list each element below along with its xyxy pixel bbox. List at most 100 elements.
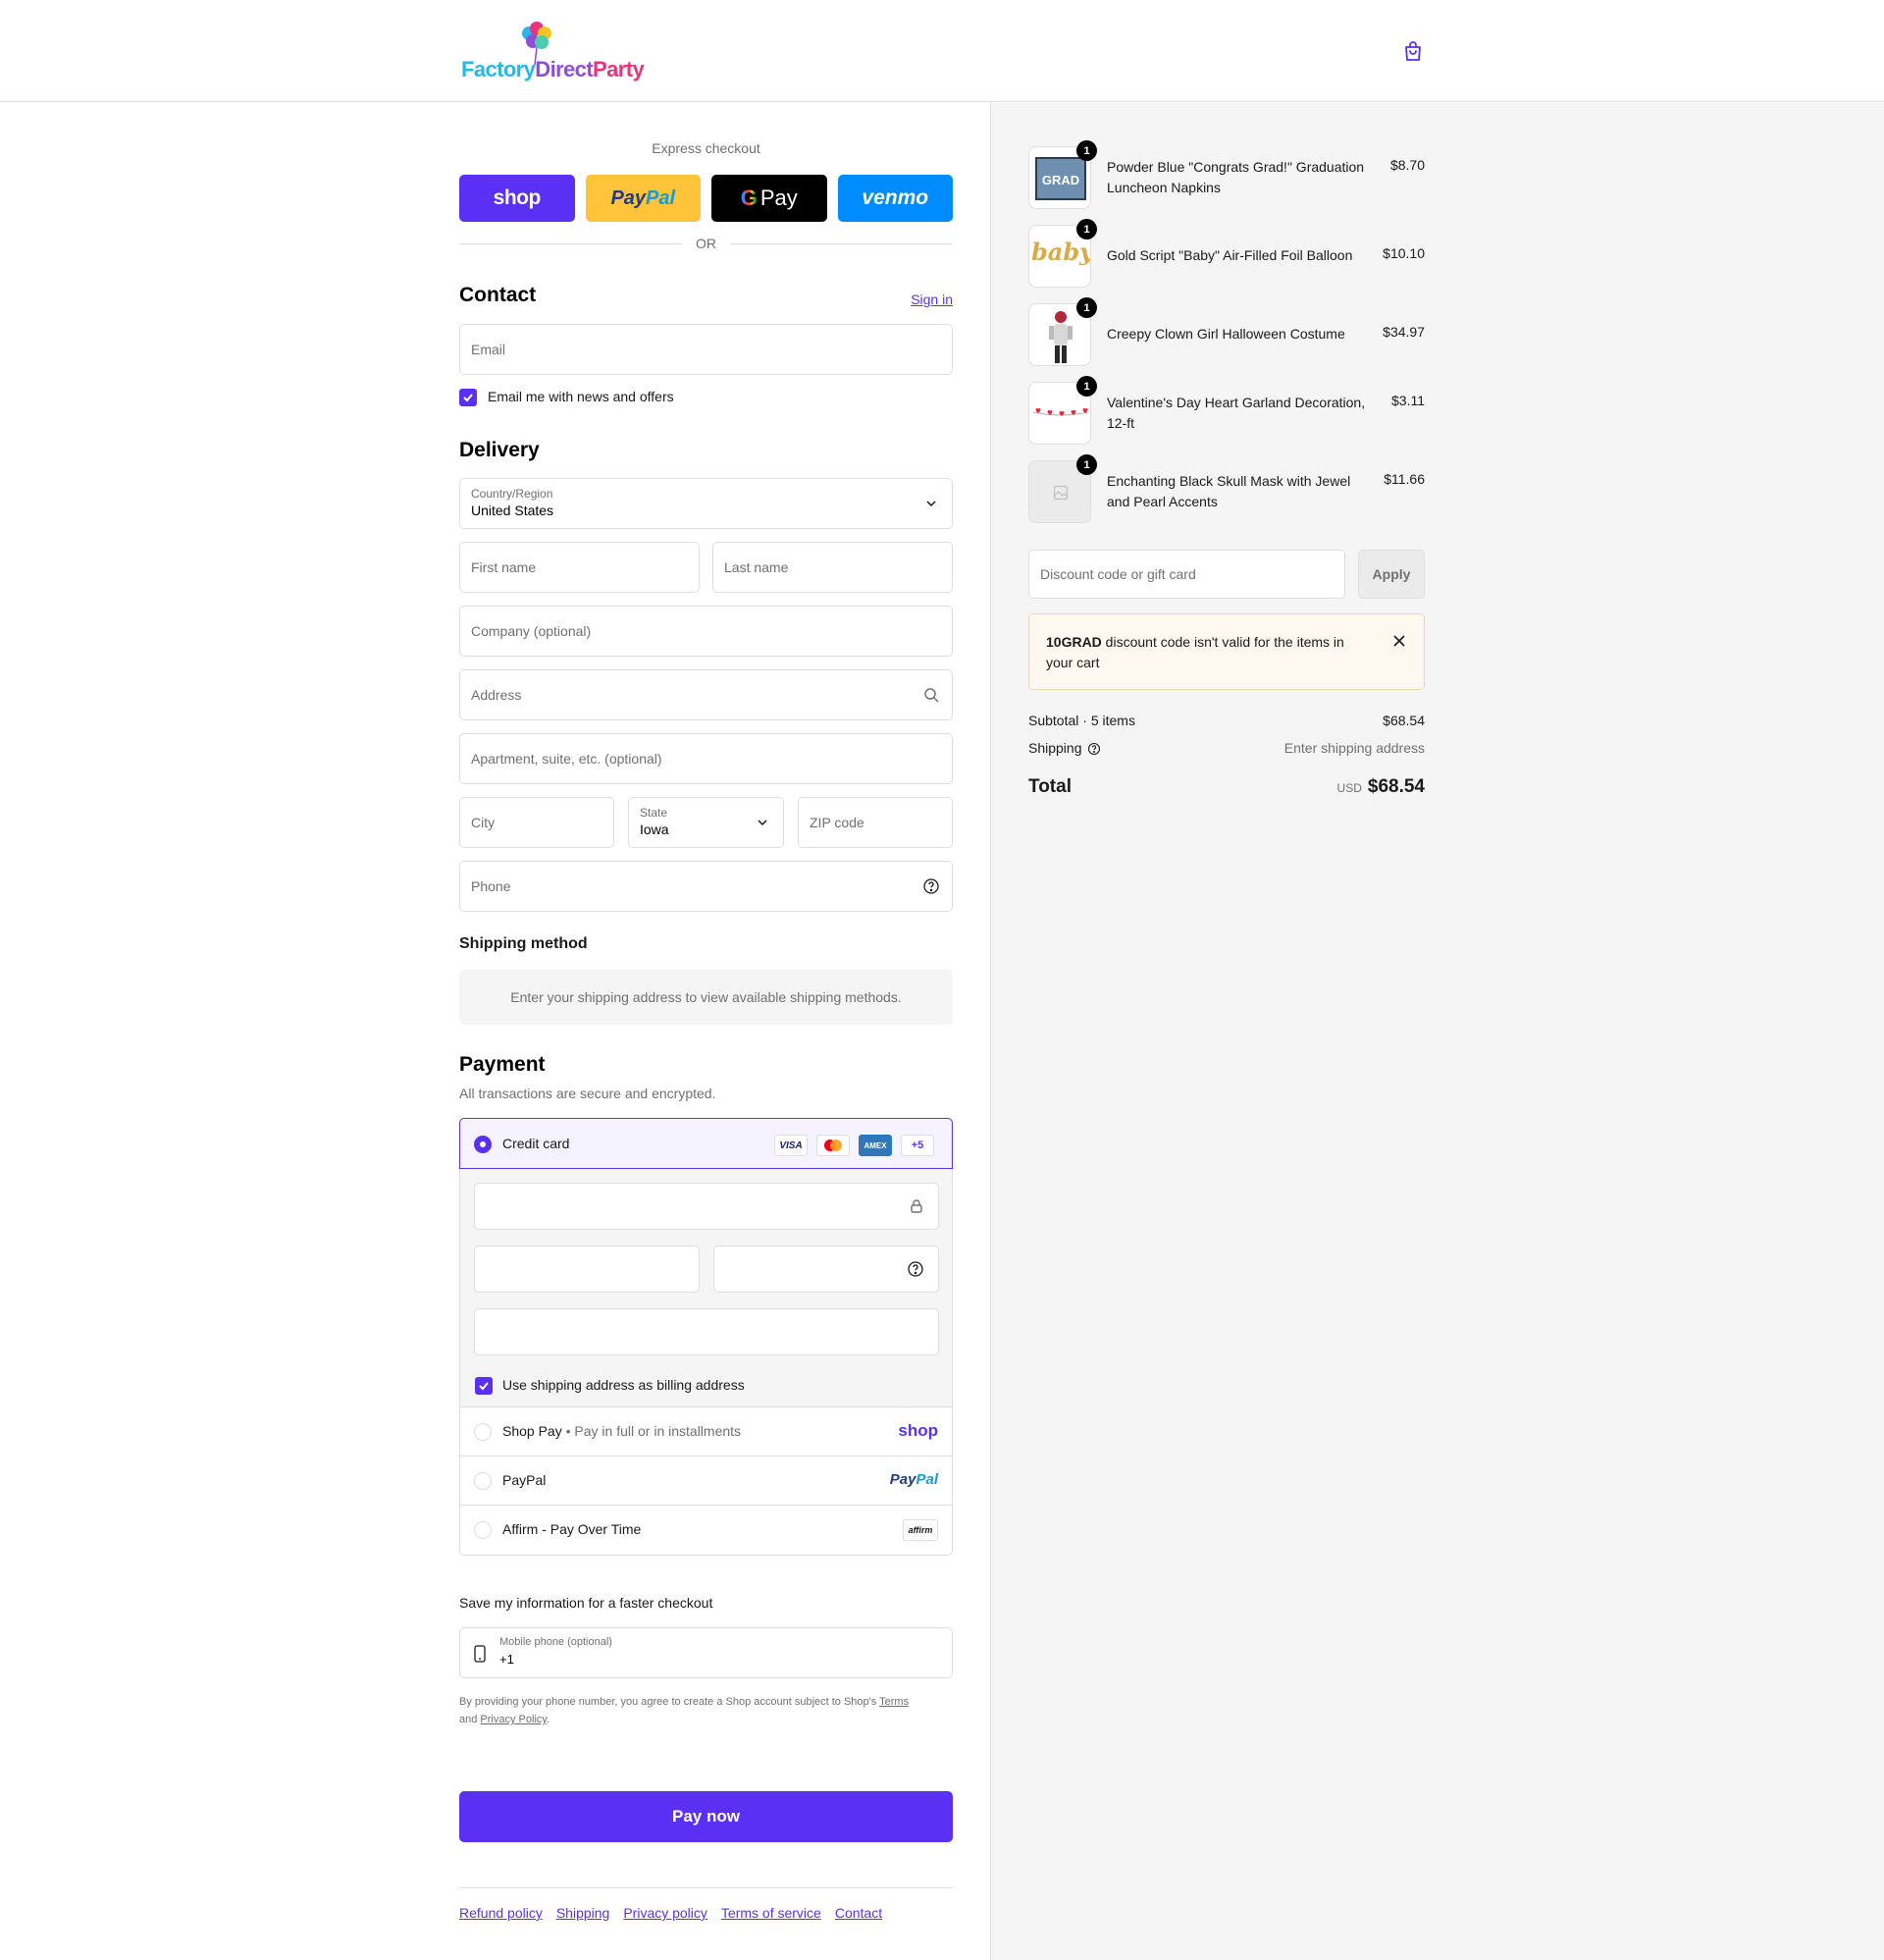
venmo-express-button[interactable]: venmo — [837, 175, 953, 222]
cart-item: 1 Valentine's Day Heart Garland Decorati… — [1028, 376, 1425, 445]
sign-in-link[interactable]: Sign in — [911, 291, 953, 307]
help-circle-icon[interactable] — [922, 877, 940, 895]
terms-of-service-link[interactable]: Terms of service — [721, 1905, 821, 1921]
first-name-field[interactable]: First name — [459, 542, 700, 593]
quantity-badge: 1 — [1076, 140, 1097, 161]
billing-address-checkbox[interactable] — [475, 1377, 493, 1395]
store-logo[interactable]: FactoryDirectParty — [459, 20, 655, 84]
affirm-option[interactable]: Affirm - Pay Over Time affirm — [460, 1505, 952, 1554]
contact-link[interactable]: Contact — [835, 1905, 882, 1921]
expiration-date-field[interactable] — [474, 1245, 700, 1293]
credit-card-fields: Use shipping address as billing address — [460, 1169, 952, 1406]
phone-field[interactable]: Phone — [459, 861, 953, 912]
email-field[interactable]: Email — [459, 324, 953, 375]
close-icon[interactable] — [1392, 634, 1406, 648]
shopping-bag-icon[interactable] — [1401, 39, 1425, 63]
quantity-badge: 1 — [1076, 219, 1097, 239]
company-field[interactable]: Company (optional) — [459, 606, 953, 657]
mobile-phone-field[interactable]: Mobile phone (optional) +1 — [459, 1627, 953, 1678]
security-code-field[interactable] — [713, 1245, 939, 1293]
search-icon — [924, 688, 939, 703]
terms-link[interactable]: Terms — [879, 1696, 909, 1708]
pay-now-button[interactable]: Pay now — [459, 1791, 953, 1842]
privacy-policy-footer-link[interactable]: Privacy policy — [623, 1905, 707, 1921]
shipping-label: Shipping — [1028, 740, 1082, 756]
shop-legal-text: By providing your phone number, you agre… — [459, 1696, 910, 1725]
paypal-radio[interactable] — [474, 1472, 492, 1490]
cart-item: 1 Creepy Clown Girl Halloween Costume $3… — [1028, 297, 1425, 366]
affirm-radio[interactable] — [474, 1521, 492, 1539]
apply-discount-button[interactable]: Apply — [1358, 550, 1425, 599]
apartment-field[interactable]: Apartment, suite, etc. (optional) — [459, 733, 953, 784]
zip-code-field[interactable]: ZIP code — [798, 797, 953, 848]
shop-pay-option[interactable]: Shop Pay • Pay in full or in installment… — [460, 1406, 952, 1456]
paypal-logo: PayPal — [889, 1471, 938, 1488]
discount-error-alert: 10GRAD discount code isn't valid for the… — [1028, 613, 1425, 690]
credit-card-option[interactable]: Credit card VISA AMEX +5 — [459, 1118, 953, 1169]
affirm-label: Affirm - Pay Over Time — [502, 1521, 642, 1537]
shop-pay-radio[interactable] — [474, 1423, 492, 1441]
news-offers-label: Email me with news and offers — [488, 389, 674, 404]
privacy-policy-link[interactable]: Privacy Policy — [480, 1714, 547, 1725]
logo-text: FactoryDirectParty — [461, 57, 645, 81]
shop-pay-express-button[interactable]: shop — [459, 175, 575, 222]
chevron-down-icon — [926, 501, 936, 507]
chevron-down-icon — [758, 820, 767, 826]
currency-label: USD — [1336, 781, 1362, 795]
state-select[interactable]: State Iowa — [628, 797, 784, 848]
express-checkout-buttons: shop Pay Pal G Pay venmo — [459, 175, 953, 222]
credit-card-radio[interactable] — [474, 1136, 492, 1153]
quantity-badge: 1 — [1076, 297, 1097, 318]
item-name: Enchanting Black Skull Mask with Jewel a… — [1107, 473, 1351, 509]
item-price: $8.70 — [1389, 157, 1425, 173]
item-price: $11.66 — [1384, 471, 1425, 487]
payment-methods: Credit card VISA AMEX +5 Use shipping ad… — [459, 1118, 953, 1556]
paypal-option[interactable]: PayPal PayPal — [460, 1456, 952, 1505]
affirm-logo: affirm — [903, 1519, 938, 1541]
google-pay-express-button[interactable]: G Pay — [711, 175, 827, 222]
cart-item: GRAD 1 Powder Blue "Congrats Grad!" Grad… — [1028, 140, 1425, 209]
payment-heading: Payment — [459, 1053, 546, 1076]
country-select[interactable]: Country/Region United States — [459, 478, 953, 529]
shipping-value: Enter shipping address — [1283, 740, 1425, 756]
item-name: Valentine's Day Heart Garland Decoration… — [1107, 395, 1366, 431]
city-field[interactable]: City — [459, 797, 614, 848]
shipping-row: Shipping Enter shipping address — [1028, 740, 1425, 756]
quantity-badge: 1 — [1076, 454, 1097, 475]
help-circle-icon[interactable] — [907, 1260, 924, 1278]
or-divider: OR — [459, 236, 953, 251]
help-circle-icon[interactable] — [1087, 742, 1101, 756]
subtotal-value: $68.54 — [1383, 713, 1425, 728]
item-price: $10.10 — [1383, 245, 1425, 261]
shop-pay-logo: shop — [898, 1421, 938, 1440]
name-on-card-field[interactable] — [474, 1308, 939, 1355]
refund-policy-link[interactable]: Refund policy — [459, 1905, 543, 1921]
footer-divider — [459, 1887, 953, 1888]
shop-pay-subtitle: Pay in full or in installments — [574, 1423, 742, 1439]
mastercard-icon — [816, 1135, 850, 1156]
paypal-express-button[interactable]: Pay Pal — [585, 175, 701, 222]
footer-links: Refund policy Shipping Privacy policy Te… — [459, 1905, 882, 1921]
contact-heading: Contact — [459, 284, 537, 306]
express-checkout-title: Express checkout — [652, 140, 760, 156]
shipping-method-message: Enter your shipping address to view avai… — [459, 970, 953, 1025]
last-name-field[interactable]: Last name — [712, 542, 953, 593]
item-name: Creepy Clown Girl Halloween Costume — [1107, 326, 1345, 342]
address-field[interactable]: Address — [459, 669, 953, 720]
total-label: Total — [1028, 776, 1072, 797]
cart-item: baby 1 Gold Script "Baby" Air-Filled Foi… — [1028, 219, 1425, 288]
more-cards-badge: +5 — [901, 1135, 934, 1156]
item-price: $3.11 — [1391, 393, 1425, 408]
total-row: Total USD $68.54 — [1028, 776, 1425, 802]
news-offers-checkbox[interactable] — [459, 389, 477, 406]
discount-code-input[interactable]: Discount code or gift card — [1028, 550, 1345, 599]
visa-icon: VISA — [774, 1135, 808, 1156]
total-value: USD $68.54 — [1336, 776, 1425, 797]
save-info-heading: Save my information for a faster checkou… — [459, 1595, 713, 1611]
shop-pay-label: Shop Pay — [502, 1423, 562, 1439]
image-placeholder-icon — [1053, 485, 1069, 501]
shipping-policy-link[interactable]: Shipping — [556, 1905, 610, 1921]
header: FactoryDirectParty — [0, 0, 1884, 102]
card-number-field[interactable] — [474, 1183, 939, 1230]
subtotal-label: Subtotal · 5 items — [1028, 713, 1135, 728]
